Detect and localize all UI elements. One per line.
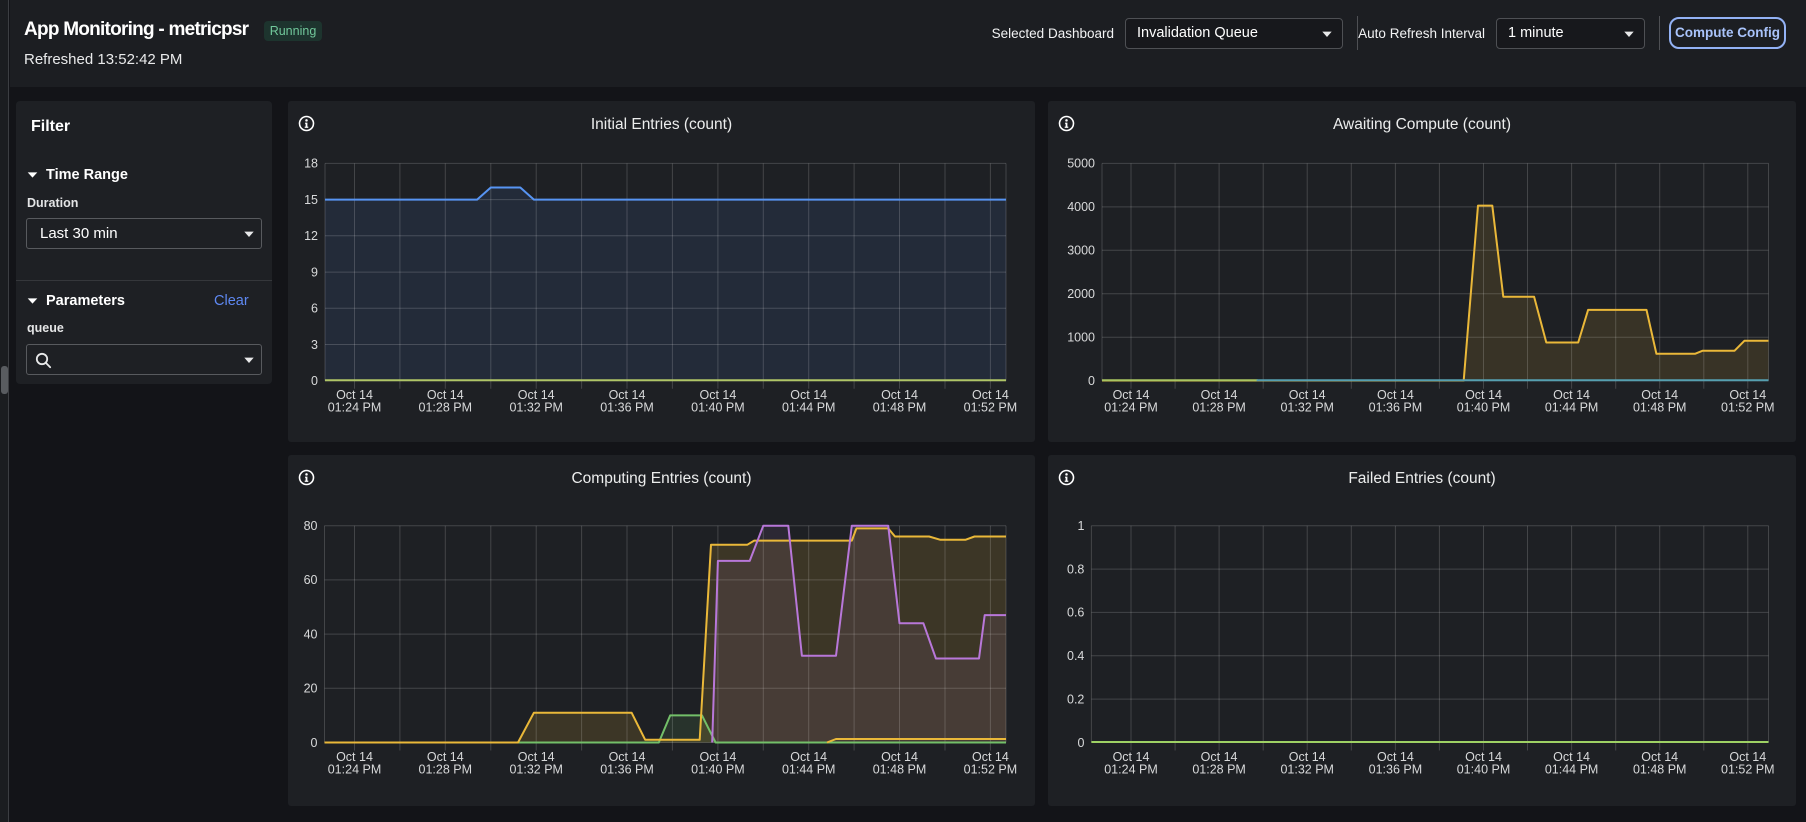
svg-text:01:36 PM: 01:36 PM	[600, 763, 654, 777]
svg-text:01:28 PM: 01:28 PM	[1192, 763, 1246, 777]
svg-text:01:44 PM: 01:44 PM	[782, 401, 836, 415]
svg-text:01:52 PM: 01:52 PM	[964, 401, 1018, 415]
svg-text:01:28 PM: 01:28 PM	[1192, 401, 1246, 415]
svg-text:01:24 PM: 01:24 PM	[1104, 401, 1158, 415]
svg-text:60: 60	[304, 573, 318, 587]
svg-text:0.6: 0.6	[1067, 606, 1084, 620]
svg-text:3000: 3000	[1067, 244, 1095, 258]
svg-text:01:36 PM: 01:36 PM	[600, 401, 654, 415]
svg-text:20: 20	[304, 682, 318, 696]
svg-text:12: 12	[304, 229, 318, 243]
svg-text:01:52 PM: 01:52 PM	[1721, 401, 1775, 415]
svg-text:01:40 PM: 01:40 PM	[1457, 763, 1511, 777]
svg-text:2000: 2000	[1067, 287, 1095, 301]
svg-text:01:24 PM: 01:24 PM	[328, 401, 382, 415]
svg-text:01:52 PM: 01:52 PM	[1721, 763, 1775, 777]
svg-text:01:24 PM: 01:24 PM	[1104, 763, 1158, 777]
svg-text:01:44 PM: 01:44 PM	[1545, 401, 1599, 415]
svg-text:0: 0	[1077, 736, 1084, 750]
svg-text:01:40 PM: 01:40 PM	[1457, 401, 1511, 415]
svg-text:80: 80	[304, 519, 318, 533]
svg-text:01:28 PM: 01:28 PM	[419, 401, 473, 415]
svg-text:01:48 PM: 01:48 PM	[873, 401, 927, 415]
svg-text:01:52 PM: 01:52 PM	[964, 763, 1018, 777]
svg-text:01:48 PM: 01:48 PM	[1633, 763, 1687, 777]
svg-text:3: 3	[311, 338, 318, 352]
svg-text:01:32 PM: 01:32 PM	[509, 401, 563, 415]
svg-text:0.2: 0.2	[1067, 692, 1084, 706]
svg-text:6: 6	[311, 302, 318, 316]
svg-text:18: 18	[304, 157, 318, 171]
svg-text:01:28 PM: 01:28 PM	[419, 763, 473, 777]
svg-text:1000: 1000	[1067, 331, 1095, 345]
svg-text:01:32 PM: 01:32 PM	[1280, 401, 1334, 415]
svg-text:40: 40	[304, 627, 318, 641]
svg-text:01:24 PM: 01:24 PM	[328, 763, 382, 777]
svg-text:01:32 PM: 01:32 PM	[509, 763, 563, 777]
svg-text:01:36 PM: 01:36 PM	[1369, 401, 1423, 415]
svg-text:01:32 PM: 01:32 PM	[1280, 763, 1334, 777]
svg-text:01:44 PM: 01:44 PM	[1545, 763, 1599, 777]
svg-text:01:48 PM: 01:48 PM	[873, 763, 927, 777]
svg-text:0: 0	[311, 736, 318, 750]
svg-text:1: 1	[1077, 519, 1084, 533]
svg-text:01:40 PM: 01:40 PM	[691, 401, 745, 415]
svg-text:01:40 PM: 01:40 PM	[691, 763, 745, 777]
svg-text:0.8: 0.8	[1067, 562, 1084, 576]
svg-text:0.4: 0.4	[1067, 649, 1084, 663]
svg-text:5000: 5000	[1067, 157, 1095, 171]
svg-text:0: 0	[311, 374, 318, 388]
svg-text:4000: 4000	[1067, 200, 1095, 214]
svg-text:01:48 PM: 01:48 PM	[1633, 401, 1687, 415]
svg-text:01:44 PM: 01:44 PM	[782, 763, 836, 777]
svg-text:0: 0	[1088, 374, 1095, 388]
svg-text:9: 9	[311, 265, 318, 279]
svg-text:15: 15	[304, 193, 318, 207]
svg-text:01:36 PM: 01:36 PM	[1369, 763, 1423, 777]
